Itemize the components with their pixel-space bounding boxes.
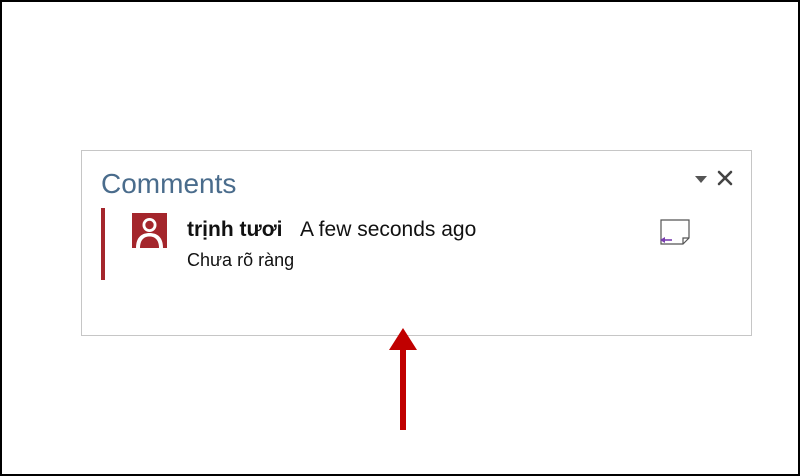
user-avatar-icon	[132, 213, 167, 248]
reply-note-icon[interactable]	[659, 218, 691, 246]
close-icon[interactable]	[716, 169, 734, 187]
comment-item[interactable]: trịnh tươi A few seconds ago Chưa rõ ràn…	[101, 208, 701, 280]
comment-accent-bar	[101, 208, 105, 280]
red-arrow-indicator	[389, 328, 417, 430]
comment-author: trịnh tươi	[187, 218, 283, 241]
comments-pane: Comments trịnh tươi A few seconds ago Ch…	[81, 150, 752, 336]
dropdown-arrow-icon[interactable]	[694, 174, 708, 184]
screenshot-frame: Comments trịnh tươi A few seconds ago Ch…	[0, 0, 800, 476]
pane-title: Comments	[101, 168, 237, 199]
comment-timestamp: A few seconds ago	[300, 218, 477, 241]
comment-text[interactable]: Chưa rõ ràng	[187, 250, 294, 271]
